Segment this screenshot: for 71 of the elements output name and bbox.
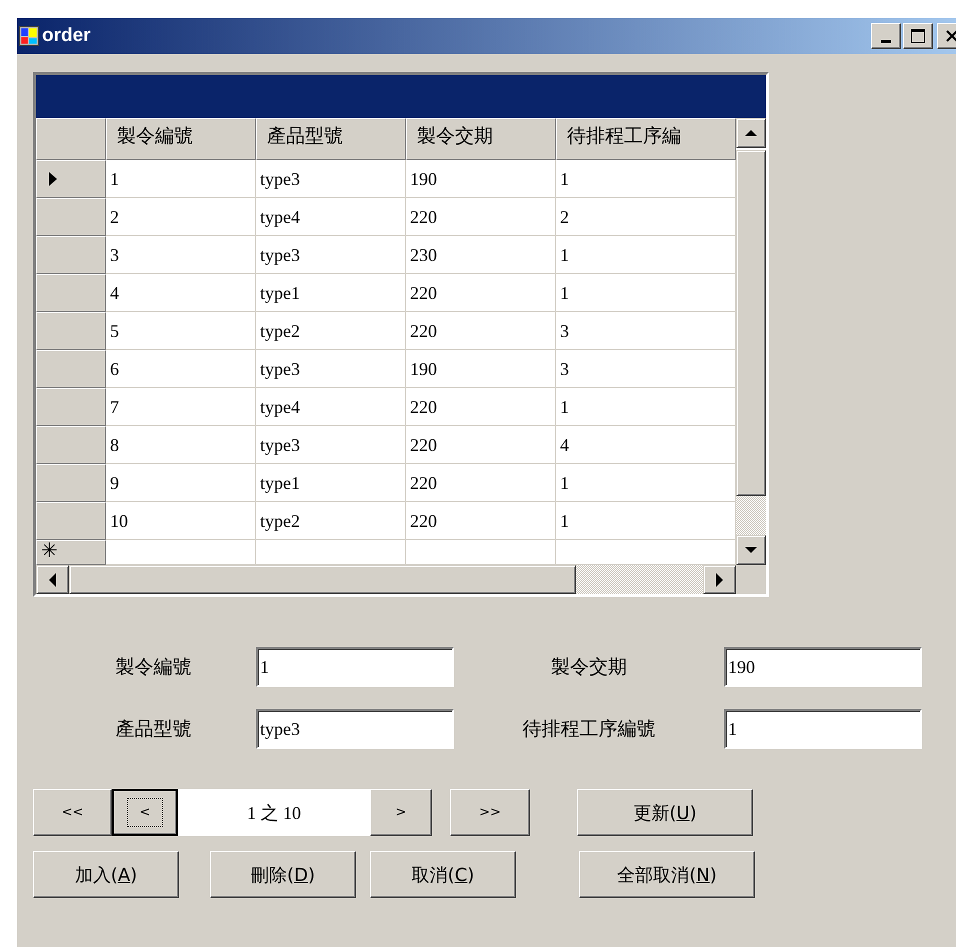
action-button[interactable]: 取消(C) [370,851,516,898]
column-header[interactable]: 製令交期 [406,118,556,160]
column-header[interactable]: 產品型號 [256,118,406,160]
action-button[interactable]: 刪除(D) [210,851,356,898]
column-header[interactable]: 待排程工序編 [556,118,736,160]
table-cell: 230 [406,236,556,274]
table-cell: 1 [106,160,256,198]
minimize-button[interactable] [871,23,901,49]
table-cell: 3 [106,236,256,274]
table-cell: 8 [106,426,256,464]
current-row-icon [49,172,57,186]
table-cell: 4 [106,274,256,312]
scrollbar-corner [736,565,766,594]
table-cell: type4 [256,198,406,236]
navigation-button[interactable]: << [33,789,112,836]
new-row-marker: ✳ [41,541,58,559]
column-header[interactable]: 製令編號 [106,118,256,160]
table-cell: type3 [256,426,406,464]
window-title: order [42,25,91,47]
table-cell: type1 [256,274,406,312]
horizontal-scrollbar[interactable] [36,565,736,594]
action-button[interactable]: 全部取消(N) [579,851,755,898]
field-label: 產品型號 [114,717,192,742]
input-field[interactable]: 1 [256,647,454,687]
table-cell: 10 [106,502,256,540]
table-cell: 2 [106,198,256,236]
table-cell: type4 [256,388,406,426]
table-cell: 9 [106,464,256,502]
scroll-thumb[interactable] [736,150,766,496]
field-label: 製令編號 [114,655,192,680]
record-position-label: 1 之 10 [178,789,370,836]
app-icon [19,26,39,46]
input-field[interactable]: 190 [724,647,922,687]
vertical-scrollbar[interactable] [736,118,766,565]
scroll-thumb[interactable] [69,565,576,594]
scroll-down-button[interactable] [736,535,766,565]
action-button[interactable]: 更新(U) [577,789,753,836]
table-cell: type2 [256,312,406,350]
navigation-button[interactable]: < [112,789,178,836]
table-cell: 7 [106,388,256,426]
row-header[interactable]: ✳ [36,540,106,565]
table-cell: type3 [256,160,406,198]
scroll-left-button[interactable] [36,565,69,594]
row-header [36,118,106,160]
table-cell: 5 [106,312,256,350]
navigation-button[interactable]: > [370,789,432,836]
close-icon [945,29,956,43]
table-cell: 190 [406,160,556,198]
table-cell: type3 [256,236,406,274]
row-header[interactable] [36,160,106,198]
scroll-right-button[interactable] [703,565,736,594]
maximize-button[interactable] [903,23,933,49]
table-cell: 220 [406,198,556,236]
table-cell: 6 [106,350,256,388]
table-cell: 220 [406,388,556,426]
table-cell: 220 [406,274,556,312]
table-cell: 220 [406,312,556,350]
field-label: 待排程工序編號 [522,717,656,742]
navigation-button[interactable]: >> [450,789,530,836]
table-cell: 220 [406,502,556,540]
input-field[interactable]: type3 [256,709,454,749]
table-cell: type1 [256,464,406,502]
table-cell: type3 [256,350,406,388]
table-cell: 220 [406,426,556,464]
input-field[interactable]: 1 [724,709,922,749]
table-cell: type2 [256,502,406,540]
field-label: 製令交期 [550,655,628,680]
table-cell: 190 [406,350,556,388]
scroll-up-button[interactable] [736,118,766,148]
action-button[interactable]: 加入(A) [33,851,179,898]
table-cell: 220 [406,464,556,502]
